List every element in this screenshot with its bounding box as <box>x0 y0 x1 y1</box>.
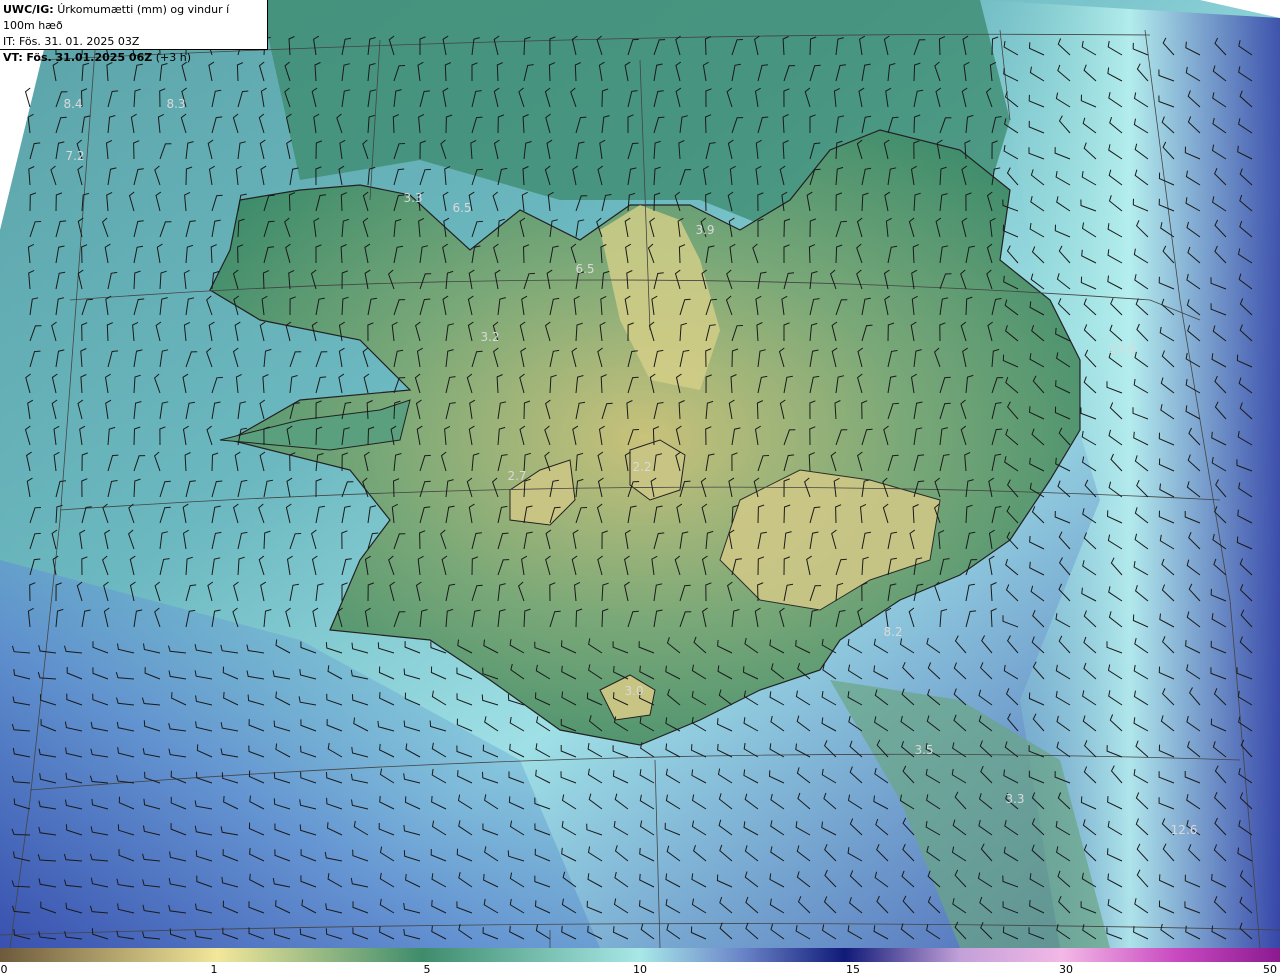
cb-tick: 1 <box>210 963 218 976</box>
colorbar <box>0 948 1280 962</box>
weather-map: 8.4 8.3 7.2 3.3 6.5 6.5 3.9 3.2 13.0 2.7 2.2 8.2 3.0… <box>0 0 1280 948</box>
cb-tick: 30 <box>1059 963 1073 976</box>
map-value-label: 8.2 <box>883 625 902 639</box>
init-time: IT: Fös. 31. 01. 2025 03Z <box>3 35 140 48</box>
map-value-label: 3.2 <box>480 330 499 344</box>
map-value-label: 3.0 <box>624 684 643 698</box>
map-info-box: UWC/IG: Úrkomumætti (mm) og vindur í 100… <box>0 0 268 64</box>
map-value-label: 3.9 <box>695 223 714 237</box>
valid-label: VT: <box>3 51 23 64</box>
map-value-label: 2.7 <box>507 469 526 483</box>
map-value-label: 13.0 <box>1109 342 1136 356</box>
map-value-label: 8.3 <box>166 97 185 111</box>
map-value-label: 3.5 <box>914 743 933 757</box>
map-value-label: 12.6 <box>1171 823 1198 837</box>
map-value-label: 3.3 <box>1005 792 1024 806</box>
map-value-label: 8.4 <box>63 97 82 111</box>
colorbar-labels: 0 1 5 10 15 30 50 <box>0 962 1280 978</box>
valid-time: Fös. 31.01.2025 06Z <box>26 51 153 64</box>
map-value-label: 6.5 <box>452 201 471 215</box>
map-value-label: 3.3 <box>403 191 422 205</box>
cb-tick: 50 <box>1263 963 1277 976</box>
cb-tick: 0 <box>0 963 8 976</box>
map-value-label: 2.2 <box>632 460 651 474</box>
map-value-label: 7.2 <box>65 149 84 163</box>
lead-time: (+3 h) <box>155 51 191 64</box>
cb-tick: 15 <box>846 963 860 976</box>
cb-tick: 10 <box>633 963 647 976</box>
cb-tick: 5 <box>423 963 431 976</box>
product-code: UWC/IG: <box>3 3 54 16</box>
map-value-label: 6.5 <box>575 262 594 276</box>
